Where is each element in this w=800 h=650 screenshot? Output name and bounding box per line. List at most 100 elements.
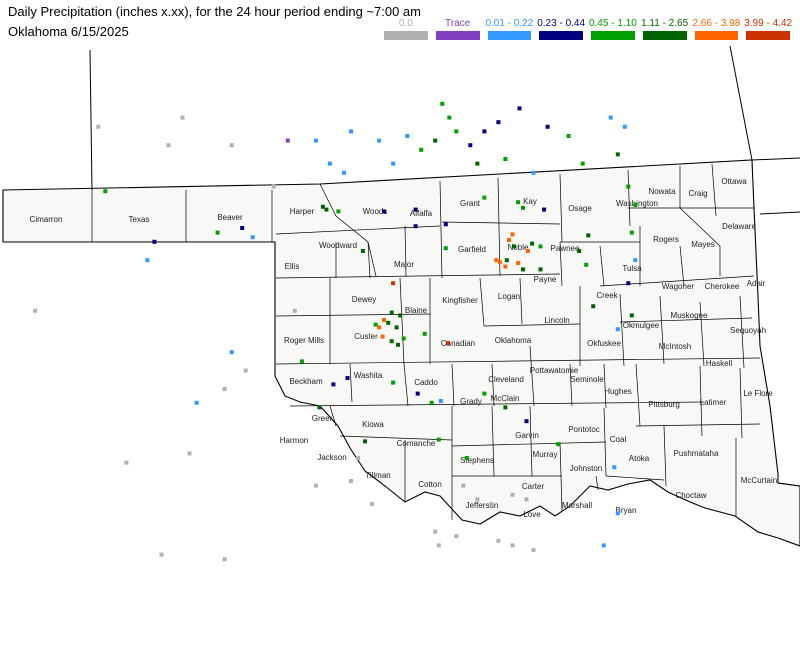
station-marker (313, 483, 318, 488)
station-marker (240, 226, 245, 230)
station-marker (380, 334, 385, 339)
legend-item: 0.01 - 0.22 (484, 18, 536, 42)
county-label: Logan (498, 292, 520, 301)
station-marker (503, 405, 508, 410)
oklahoma-precipitation-map: Cimarron Texas BeaverHarper Woods AlfalfaGra… (0, 46, 800, 650)
station-marker (521, 205, 525, 210)
station-marker (496, 120, 501, 125)
station-marker (612, 465, 617, 470)
station-marker (398, 313, 403, 318)
station-marker (363, 439, 367, 444)
county-label: Sequoyah (730, 326, 766, 335)
county-label: Garvin (515, 431, 539, 440)
county-label: Greer (312, 414, 333, 423)
county-label: Tillman (365, 471, 390, 480)
county-label: Beckham (289, 377, 323, 386)
legend-label: 0.01 - 0.22 (485, 18, 534, 29)
station-marker (443, 246, 448, 251)
station-marker (475, 497, 480, 502)
station-marker (389, 339, 394, 344)
station-marker (419, 147, 424, 152)
station-marker (482, 129, 487, 134)
county-label: Delaware (722, 222, 756, 231)
station-marker (429, 400, 434, 405)
county-label: Major (394, 260, 414, 269)
county-label: Cleveland (488, 375, 524, 384)
map-page: Daily Precipitation (inches x.xx), for t… (0, 0, 800, 650)
station-marker (271, 184, 276, 189)
station-marker (516, 200, 521, 205)
county-label: Jefferson (466, 501, 499, 510)
county-label: Haskell (706, 359, 732, 368)
station-marker (299, 359, 304, 364)
legend-item: 3.99 - 4.42 (742, 18, 794, 42)
station-marker (615, 152, 620, 157)
station-marker (454, 129, 459, 134)
station-marker (382, 209, 386, 214)
county-label: Pontotoc (568, 425, 600, 434)
legend-label: 0.45 - 1.10 (588, 18, 637, 29)
legend-label: 0.23 - 0.44 (537, 18, 586, 29)
station-marker (556, 442, 561, 447)
station-marker (377, 138, 382, 143)
legend-swatch (746, 31, 790, 40)
county-label: Cimarron (30, 215, 63, 224)
map-header: Daily Precipitation (inches x.xx), for t… (0, 0, 800, 46)
station-marker (222, 387, 227, 391)
station-marker (438, 399, 443, 403)
county-label: Oklahoma (495, 336, 532, 345)
station-marker (482, 195, 487, 200)
station-marker (503, 157, 508, 161)
legend-item: 0.23 - 0.44 (535, 18, 587, 42)
station-marker (530, 241, 535, 246)
station-marker (633, 258, 638, 263)
county-label: Le Flore (743, 389, 773, 398)
station-marker (497, 260, 502, 264)
station-marker (629, 313, 634, 318)
station-marker (538, 244, 543, 249)
county-label: Tulsa (622, 264, 642, 273)
legend-item: 2.66 - 3.98 (691, 18, 743, 42)
station-marker (608, 115, 613, 120)
county-label: Love (523, 510, 541, 519)
county-label: Comanche (397, 439, 436, 448)
station-marker (433, 138, 438, 143)
station-marker (317, 405, 322, 410)
county-label: Okfuskee (587, 339, 621, 348)
legend-item: 0.0 (380, 18, 432, 42)
legend-label: 2.66 - 3.98 (692, 18, 741, 29)
station-marker (601, 543, 606, 548)
station-marker (580, 161, 585, 166)
station-marker (391, 380, 396, 385)
station-marker (496, 538, 501, 543)
station-marker (517, 106, 522, 111)
station-marker (521, 267, 525, 272)
map-subtitle: Oklahoma 6/15/2025 (8, 24, 129, 39)
legend-label: 1.11 - 2.65 (641, 18, 689, 29)
station-marker (615, 511, 620, 516)
legend-swatch (487, 31, 532, 40)
station-marker (531, 170, 536, 175)
station-marker (187, 451, 192, 456)
station-marker (510, 543, 515, 548)
county-label: Beaver (217, 213, 243, 222)
station-marker (373, 322, 378, 327)
county-label: Osage (568, 204, 592, 213)
station-marker (222, 557, 227, 562)
county-label: Rogers (653, 235, 679, 244)
county-label: Woodward (319, 241, 357, 250)
station-marker (447, 115, 452, 120)
station-marker (349, 479, 353, 483)
station-marker (33, 308, 38, 313)
county-label: McIntosh (659, 342, 691, 351)
station-marker (468, 143, 473, 148)
station-marker (386, 320, 391, 325)
legend-swatch (642, 31, 687, 40)
station-marker (454, 534, 459, 539)
station-marker (145, 258, 150, 263)
station-marker (511, 244, 516, 249)
county-label: Grady (460, 397, 482, 406)
station-marker (159, 552, 164, 557)
station-marker (382, 318, 386, 322)
county-label: McClain (491, 394, 520, 403)
